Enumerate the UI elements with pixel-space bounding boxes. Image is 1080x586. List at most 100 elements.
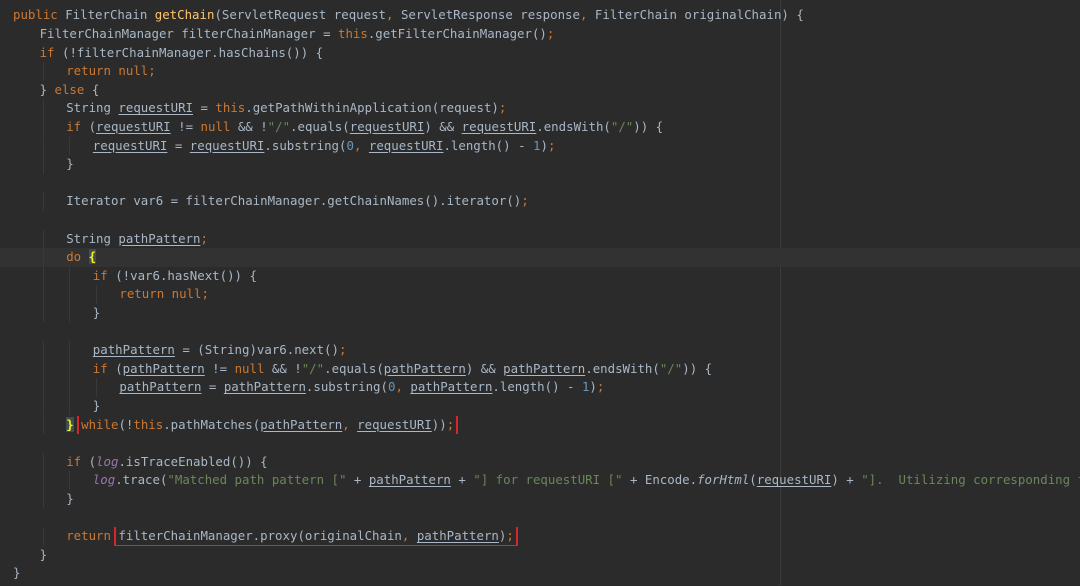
code-line[interactable]: if (pathPattern != null && !"/".equals(p… (0, 359, 1080, 379)
indent-guide (69, 396, 71, 416)
keyword-token: this (133, 416, 164, 432)
code-token: = (String)var6.next() (174, 342, 339, 358)
indent-guide (42, 378, 44, 397)
code-line[interactable]: pathPattern = pathPattern.substring(0, p… (0, 378, 1080, 397)
code-line[interactable]: String pathPattern; (0, 229, 1080, 249)
indent-guide (42, 452, 44, 472)
variable-token: pathPattern (410, 379, 493, 395)
keyword-token: else (54, 81, 92, 97)
code-token: (ServletRequest request (214, 7, 387, 23)
code-token: String (66, 100, 119, 116)
code-line[interactable]: } while(!this.pathMatches(pathPattern, r… (0, 415, 1080, 435)
indent-guide (42, 62, 44, 81)
code-token: .equals( (290, 118, 350, 134)
indent-guide (42, 471, 44, 490)
code-line[interactable]: return null; (0, 62, 1080, 81)
indent-guide (42, 99, 44, 118)
code-line[interactable] (0, 174, 1080, 193)
indent-guide (42, 359, 44, 379)
code-line[interactable]: } (0, 303, 1080, 323)
code-token: = (167, 137, 190, 153)
code-line[interactable]: requestURI = requestURI.substring(0, req… (0, 136, 1080, 156)
string-literal: "/" (267, 118, 291, 134)
indent-guide (69, 378, 71, 397)
keyword-token: if (66, 118, 89, 134)
code-line[interactable]: log.trace("Matched path pattern [" + pat… (0, 471, 1080, 490)
keyword-token: if (66, 453, 89, 469)
code-editor[interactable]: public FilterChain getChain(ServletReque… (0, 0, 1080, 586)
code-token: } (92, 397, 101, 413)
keyword-token: , (579, 7, 595, 23)
indent-guide (95, 378, 97, 397)
indent-guide (69, 471, 71, 490)
code-token: FilterChain originalChain) { (594, 7, 804, 23)
code-token: .equals( (324, 360, 384, 376)
code-line[interactable]: } (0, 546, 1080, 565)
field-token: log (96, 453, 119, 469)
code-line[interactable]: } (0, 489, 1080, 509)
code-line[interactable] (0, 211, 1080, 230)
code-line[interactable]: Iterator var6 = filterChainManager.getCh… (0, 192, 1080, 211)
variable-token: requestURI (461, 118, 537, 134)
code-token: ) && (424, 118, 462, 134)
code-line[interactable]: if (!var6.hasNext()) { (0, 266, 1080, 286)
code-text: String pathPattern; (66, 230, 208, 249)
code-line-current[interactable]: do { (0, 248, 1080, 267)
variable-token: pathPattern (383, 360, 466, 376)
variable-token: requestURI (92, 137, 168, 153)
code-line[interactable] (0, 323, 1080, 342)
code-token: .getPathWithinApplication(request) (245, 100, 499, 116)
code-line[interactable]: FilterChainManager filterChainManager = … (0, 25, 1080, 44)
keyword-token: ; (446, 416, 455, 432)
indent-guide (69, 359, 71, 379)
code-token: .length() - (492, 379, 582, 395)
code-token: + (353, 472, 369, 488)
code-text: FilterChainManager filterChainManager = … (40, 25, 555, 44)
code-token: = (201, 379, 224, 395)
code-line[interactable] (0, 509, 1080, 528)
keyword-token: , (386, 7, 401, 23)
code-token: } (66, 156, 74, 172)
code-line[interactable]: } (0, 155, 1080, 174)
method-name-token: getChain (154, 7, 215, 23)
code-line[interactable]: } else { (0, 81, 1080, 100)
code-token: .getFilterChainManager() (367, 25, 547, 41)
code-token: + Encode. (629, 472, 698, 488)
keyword-token: ; (338, 342, 347, 358)
code-token: FilterChain (65, 7, 155, 23)
variable-token: pathPattern (119, 379, 202, 395)
code-line[interactable]: if (!filterChainManager.hasChains()) { (0, 44, 1080, 63)
indent-guide (42, 396, 44, 416)
code-line[interactable]: } (0, 564, 1080, 583)
code-line[interactable]: if (requestURI != null && !"/".equals(re… (0, 117, 1080, 137)
code-text: if (requestURI != null && !"/".equals(re… (66, 118, 663, 137)
code-line[interactable] (0, 434, 1080, 453)
code-token: ) (589, 379, 597, 395)
matched-brace: { (88, 249, 97, 265)
code-text: do { (66, 248, 97, 267)
code-token: ) + (831, 472, 862, 488)
code-token: ) && (465, 360, 504, 376)
code-text: pathPattern = (String)var6.next(); (93, 341, 347, 360)
variable-token: requestURI (368, 137, 444, 153)
keyword-token: this (338, 25, 368, 41)
code-line[interactable]: if (log.isTraceEnabled()) { (0, 452, 1080, 472)
keyword-token: while (81, 416, 119, 432)
keyword-token: if (92, 360, 116, 376)
code-text: } (13, 564, 20, 583)
code-line[interactable]: return filterChainManager.proxy(original… (0, 527, 1080, 546)
variable-token: pathPattern (368, 472, 451, 488)
code-line[interactable]: String requestURI = this.getPathWithinAp… (0, 99, 1080, 118)
variable-token: requestURI (357, 416, 432, 432)
code-text: } (40, 546, 47, 565)
code-token: )) { (682, 360, 713, 376)
code-text: } (93, 397, 100, 416)
code-token: .substring( (264, 137, 347, 153)
code-line[interactable]: return null; (0, 285, 1080, 304)
code-line[interactable]: public FilterChain getChain(ServletReque… (0, 6, 1080, 25)
code-token: ( (749, 472, 757, 488)
code-line[interactable]: pathPattern = (String)var6.next(); (0, 341, 1080, 360)
indent-guide (42, 527, 44, 546)
keyword-token: ; (521, 193, 529, 209)
code-line[interactable]: } (0, 396, 1080, 416)
